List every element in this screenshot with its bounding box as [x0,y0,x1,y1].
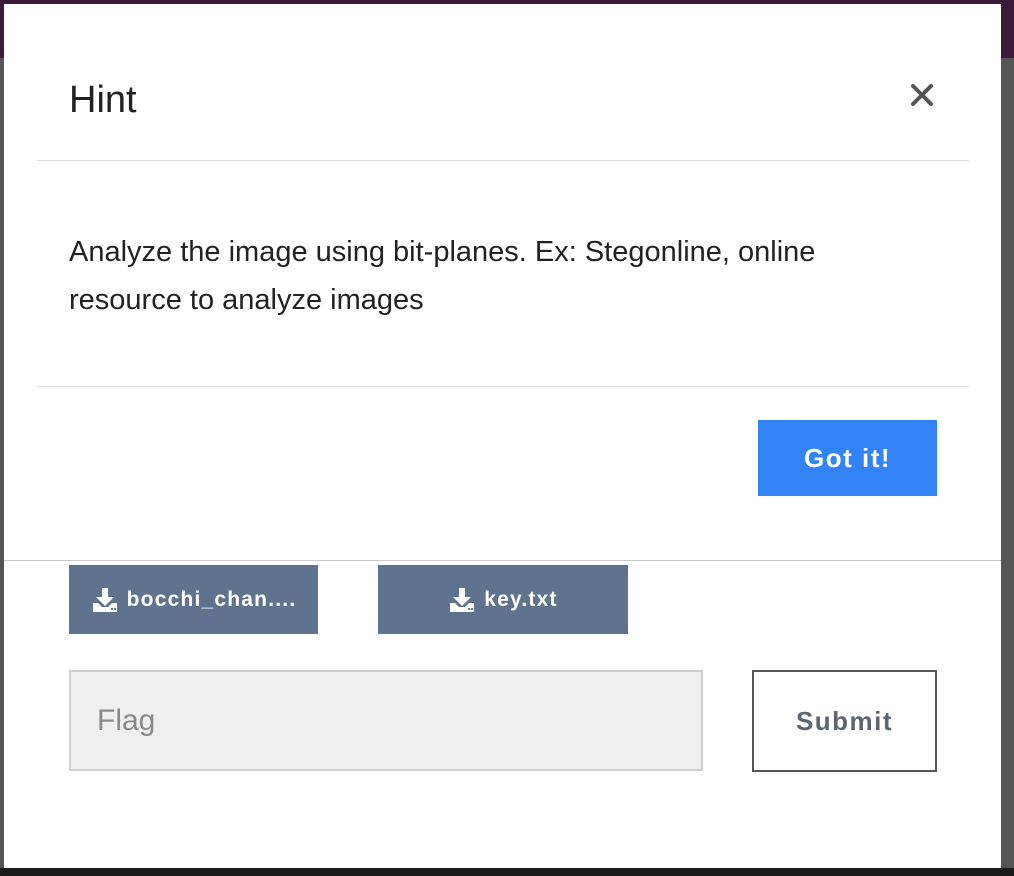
hint-modal: Hint Analyze the image using bit-planes.… [4,4,1001,561]
hint-body-text: Analyze the image using bit-planes. Ex: … [69,236,816,316]
close-icon [911,84,933,106]
modal-footer-divider [37,386,969,387]
got-it-button[interactable]: Got it! [758,420,937,496]
file-name-label: key.txt [484,587,558,611]
file-name-label: bocchi_chan.... [126,587,297,611]
file-download-button-bocchi[interactable]: bocchi_chan.... [69,565,318,634]
modal-header-divider [37,160,969,161]
file-download-button-key[interactable]: key.txt [378,565,628,634]
close-button[interactable] [902,76,942,116]
download-icon [92,587,117,612]
flag-input[interactable] [69,670,703,771]
modal-title: Hint [69,79,137,121]
page-backdrop-bottom [0,868,1014,876]
download-icon [450,587,475,612]
submit-button[interactable]: Submit [752,670,937,772]
